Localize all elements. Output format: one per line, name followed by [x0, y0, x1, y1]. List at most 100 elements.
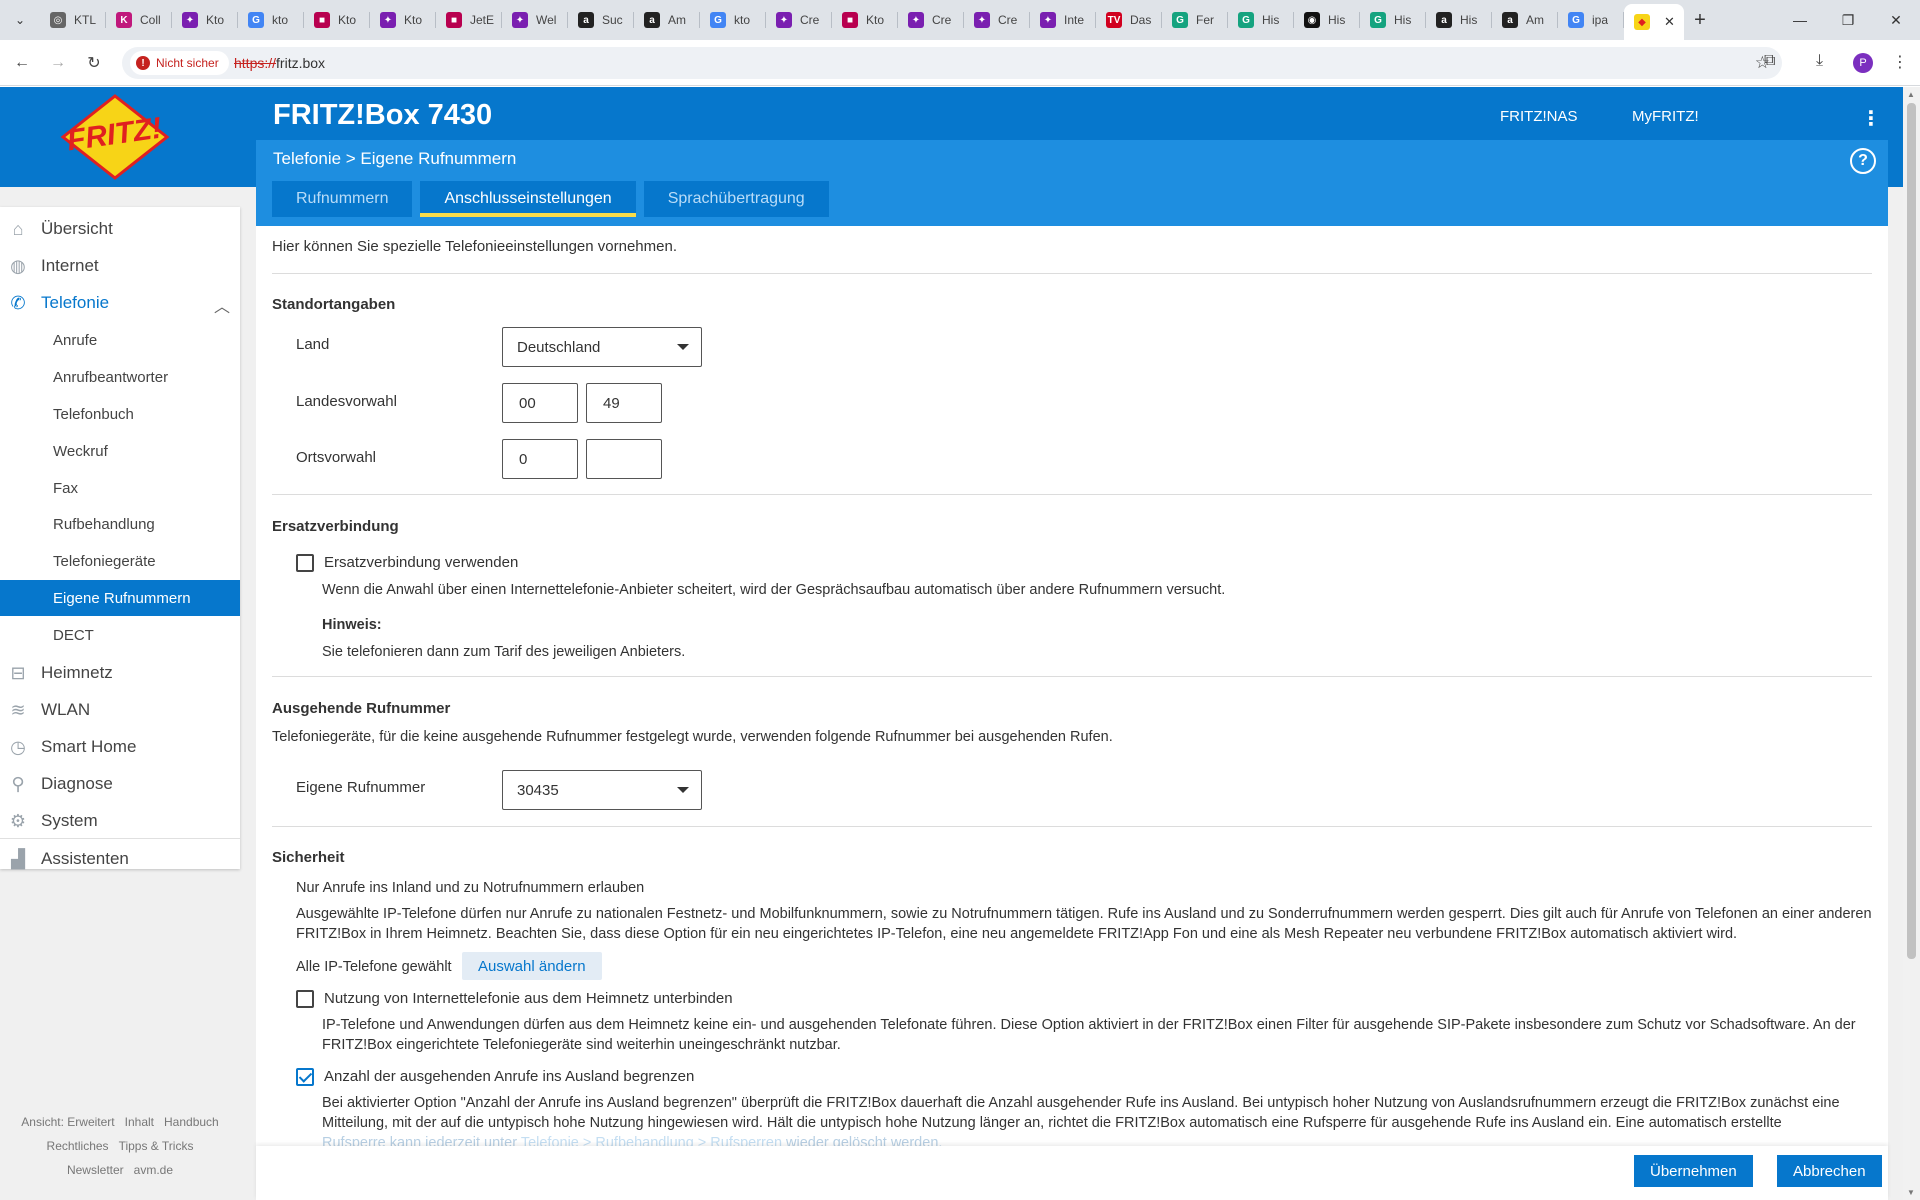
sidebar-sub-anrufbeantworter[interactable]: Anrufbeantworter: [0, 359, 240, 395]
landesvorwahl-prefix-input[interactable]: 00: [502, 383, 578, 423]
footer-link-newsletter[interactable]: Newsletter: [67, 1163, 124, 1177]
reload-icon[interactable]: ↻: [82, 51, 106, 75]
sidebar-item-smart-home[interactable]: ◷ Smart Home: [0, 730, 240, 764]
fritz-logo[interactable]: FRITZ!: [55, 94, 175, 180]
browser-tab[interactable]: a Am: [1492, 0, 1558, 40]
address-bar[interactable]: ! Nicht sicher https://fritz.box ☆: [122, 47, 1782, 79]
landesvorwahl-code-input[interactable]: 49: [586, 383, 662, 423]
browser-tab[interactable]: a Suc: [568, 0, 634, 40]
browser-tab[interactable]: ■ JetE: [436, 0, 502, 40]
heimnetz-block-checkbox[interactable]: [296, 990, 314, 1008]
extensions-icon[interactable]: ⧉: [1764, 52, 1775, 70]
browser-tab[interactable]: ◎ KTL: [40, 0, 106, 40]
browser-tab[interactable]: Gkto: [238, 0, 304, 40]
browser-tab[interactable]: a Am: [634, 0, 700, 40]
apply-button[interactable]: Übernehmen: [1634, 1155, 1753, 1187]
sidebar-item-wlan[interactable]: ≋ WLAN: [0, 693, 240, 727]
sidebar-sub-anrufe[interactable]: Anrufe: [0, 322, 240, 358]
app-icon: ■: [446, 12, 462, 28]
eigene-rufnummer-select[interactable]: 30435: [502, 770, 702, 810]
tab-search-icon[interactable]: ⌄: [8, 8, 32, 32]
browser-tab[interactable]: ✦ Kto: [172, 0, 238, 40]
browser-tab[interactable]: ◉ His: [1294, 0, 1360, 40]
tab-sprachuebertragung[interactable]: Sprachübertragung: [643, 181, 829, 217]
auswahl-aendern-button[interactable]: Auswahl ändern: [462, 952, 602, 980]
sidebar-sub-dect[interactable]: DECT: [0, 617, 240, 653]
tab-anschlusseinstellungen[interactable]: Anschlusseinstellungen: [420, 181, 636, 217]
close-window-icon[interactable]: ✕: [1872, 0, 1920, 40]
restore-icon[interactable]: ❐: [1824, 0, 1872, 40]
scrollbar-thumb[interactable]: [1907, 103, 1916, 959]
browser-tab[interactable]: ✦ Cre: [964, 0, 1030, 40]
sidebar-sub-rufbehandlung[interactable]: Rufbehandlung: [0, 506, 240, 542]
footer-link-ansicht[interactable]: Ansicht: Erweitert: [21, 1115, 114, 1129]
sidebar-sub-weckruf[interactable]: Weckruf: [0, 433, 240, 469]
ersatzverbindung-label[interactable]: Ersatzverbindung verwenden: [324, 554, 518, 571]
browser-tab[interactable]: G His: [1228, 0, 1294, 40]
new-tab-icon[interactable]: +: [1684, 0, 1716, 40]
myfritz-link[interactable]: MyFRITZ!: [1632, 108, 1699, 125]
cancel-button[interactable]: Abbrechen: [1777, 1155, 1882, 1187]
ersatzverbindung-checkbox[interactable]: [296, 554, 314, 572]
google-icon: G: [1568, 12, 1584, 28]
fritznas-link[interactable]: FRITZ!NAS: [1500, 108, 1578, 125]
page-scrollbar[interactable]: ▲ ▼: [1903, 87, 1920, 1200]
ausland-limit-label[interactable]: Anzahl der ausgehenden Anrufe ins Auslan…: [324, 1068, 694, 1085]
browser-tab[interactable]: Gkto: [700, 0, 766, 40]
browser-tab[interactable]: G Fer: [1162, 0, 1228, 40]
ausgehend-desc: Telefoniegeräte, für die keine ausgehend…: [272, 729, 1113, 745]
browser-menu-icon[interactable]: ⋮: [1892, 52, 1908, 72]
browser-tab-title: Cre: [932, 13, 952, 27]
browser-tab[interactable]: ■ Kto: [832, 0, 898, 40]
browser-tab[interactable]: K Coll: [106, 0, 172, 40]
forward-icon[interactable]: →: [46, 51, 70, 75]
footer-link-tipps[interactable]: Tipps & Tricks: [119, 1139, 194, 1153]
browser-tab[interactable]: ✦ Kto: [370, 0, 436, 40]
land-select[interactable]: Deutschland: [502, 327, 702, 367]
footer-link-rechtliches[interactable]: Rechtliches: [47, 1139, 109, 1153]
tab-close-icon[interactable]: ✕: [1664, 14, 1675, 30]
sidebar-item-system[interactable]: ⚙ System: [0, 804, 240, 838]
sidebar-sub-fax[interactable]: Fax: [0, 470, 240, 506]
security-chip[interactable]: ! Nicht sicher: [130, 51, 229, 75]
browser-tab[interactable]: G His: [1360, 0, 1426, 40]
sidebar-item-diagnose[interactable]: ⚲ Diagnose: [0, 767, 240, 801]
url-text[interactable]: https://fritz.box: [234, 55, 325, 71]
sidebar-item-heimnetz[interactable]: ⊟ Heimnetz: [0, 656, 240, 690]
ausland-limit-checkbox[interactable]: [296, 1068, 314, 1086]
scroll-down-icon[interactable]: ▼: [1907, 1188, 1915, 1197]
sidebar-item-telefonie[interactable]: ✆ Telefonie ︿: [0, 286, 240, 320]
browser-tab-active[interactable]: ◆ ✕: [1624, 4, 1684, 40]
footer-link-handbuch[interactable]: Handbuch: [164, 1115, 219, 1129]
footer-link-inhalt[interactable]: Inhalt: [125, 1115, 154, 1129]
back-icon[interactable]: ←: [10, 51, 34, 75]
footer-link-avm[interactable]: avm.de: [134, 1163, 173, 1177]
browser-tab[interactable]: TV Das: [1096, 0, 1162, 40]
browser-tab[interactable]: ✦ Wel: [502, 0, 568, 40]
browser-tab[interactable]: Gipa: [1558, 0, 1624, 40]
sidebar-sub-telefoniegeraete[interactable]: Telefoniegeräte: [0, 543, 240, 579]
heimnetz-block-label[interactable]: Nutzung von Internettelefonie aus dem He…: [324, 990, 733, 1007]
scroll-up-icon[interactable]: ▲: [1907, 90, 1915, 99]
grammarly-icon: G: [1172, 12, 1188, 28]
sidebar-item-internet[interactable]: ◍ Internet: [0, 249, 240, 283]
browser-tab[interactable]: ✦ Cre: [766, 0, 832, 40]
tab-rufnummern[interactable]: Rufnummern: [272, 181, 413, 217]
chevron-up-icon[interactable]: ︿: [214, 293, 230, 317]
browser-tab[interactable]: ✦ Cre: [898, 0, 964, 40]
browser-tab[interactable]: ✦ Inte: [1030, 0, 1096, 40]
sidebar-sub-telefonbuch[interactable]: Telefonbuch: [0, 396, 240, 432]
sidebar-item-assistenten[interactable]: ▟ Assistenten: [0, 842, 240, 876]
browser-tab-title: Kto: [338, 13, 357, 27]
page-menu-icon[interactable]: ⋮: [1861, 106, 1881, 131]
browser-tab[interactable]: ■ Kto: [304, 0, 370, 40]
download-icon[interactable]: ⤓: [1816, 52, 1823, 70]
profile-avatar[interactable]: P: [1853, 53, 1873, 73]
minimize-icon[interactable]: —: [1776, 0, 1824, 40]
ortsvorwahl-prefix-input[interactable]: 0: [502, 439, 578, 479]
sidebar-item-uebersicht[interactable]: ⌂ Übersicht: [0, 212, 240, 246]
ortsvorwahl-code-input[interactable]: [586, 439, 662, 479]
browser-tab[interactable]: a His: [1426, 0, 1492, 40]
sidebar-sub-eigene-rufnummern[interactable]: Eigene Rufnummern: [0, 580, 240, 616]
help-icon[interactable]: ?: [1850, 148, 1876, 174]
